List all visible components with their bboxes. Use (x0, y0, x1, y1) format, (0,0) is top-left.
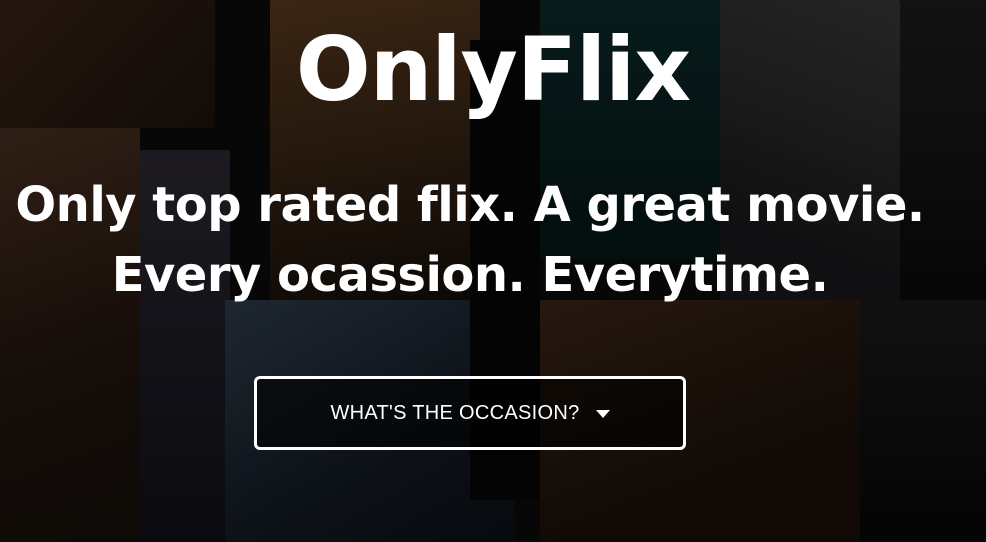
occasion-dropdown-label: WHAT'S THE OCCASION? (330, 401, 580, 424)
brand-logo: OnlyFlix (295, 18, 691, 121)
hero-tagline: Only top rated flix. A great movie. Ever… (0, 170, 940, 310)
tagline-line-1: Only top rated flix. A great movie. (15, 177, 925, 233)
occasion-dropdown-button[interactable]: WHAT'S THE OCCASION? (254, 376, 686, 450)
caret-down-icon (595, 410, 610, 418)
tagline-line-2: Every ocassion. Everytime. (111, 247, 829, 303)
hero-section: OnlyFlix Only top rated flix. A great mo… (0, 0, 986, 542)
